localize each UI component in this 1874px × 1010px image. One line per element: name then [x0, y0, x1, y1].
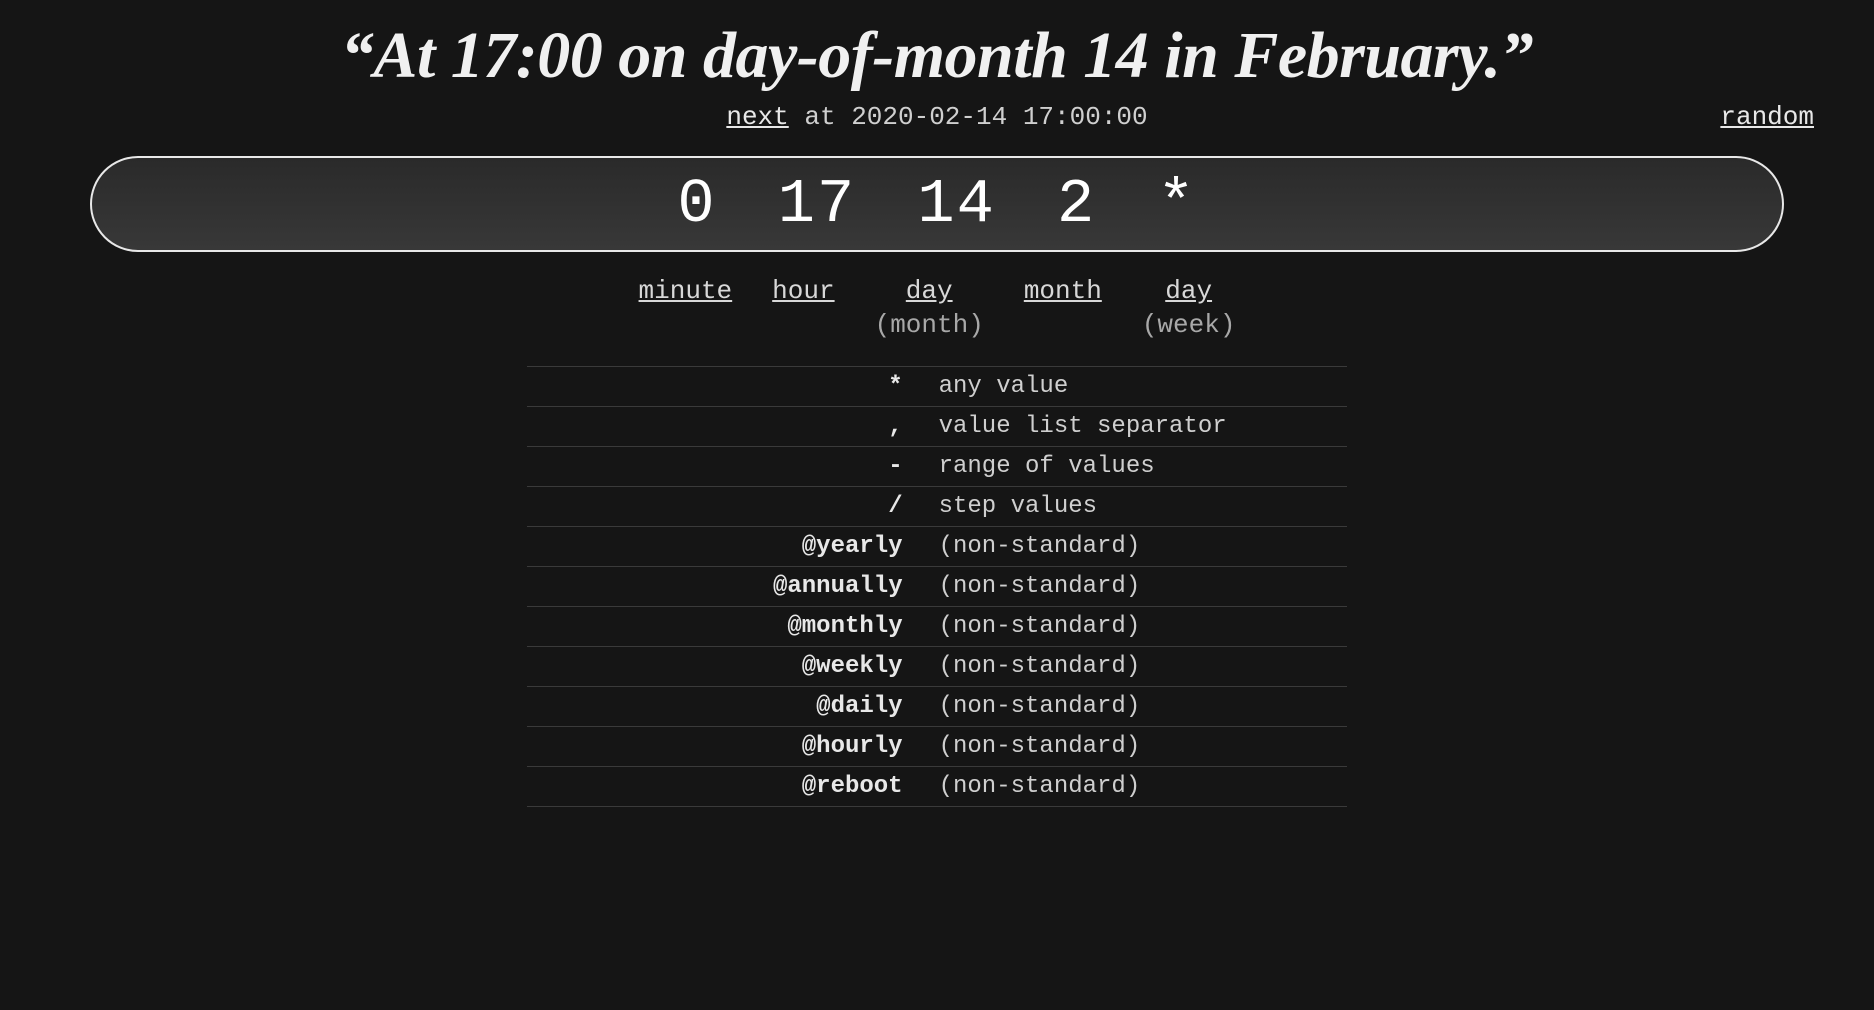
reference-row: @yearly(non-standard): [527, 527, 1347, 567]
field-day-month-sub: (month): [875, 310, 984, 340]
field-month[interactable]: month: [1024, 276, 1102, 340]
next-link[interactable]: next: [726, 102, 788, 132]
cron-description: “At 17:00 on day-of-month 14 in February…: [0, 0, 1874, 94]
syntax-reference-table: *any value,value list separator-range of…: [527, 366, 1347, 807]
reference-description: step values: [921, 487, 1347, 527]
reference-symbol: @daily: [527, 687, 921, 727]
cron-fields-row: minute hour day (month) month day (week): [0, 276, 1874, 340]
reference-symbol: -: [527, 447, 921, 487]
reference-row: /step values: [527, 487, 1347, 527]
field-hour-label: hour: [772, 276, 834, 306]
reference-description: value list separator: [921, 407, 1347, 447]
field-month-label: month: [1024, 276, 1102, 306]
reference-symbol: @yearly: [527, 527, 921, 567]
reference-description: (non-standard): [921, 527, 1347, 567]
reference-description: (non-standard): [921, 767, 1347, 807]
field-day-month-label: day: [906, 276, 953, 306]
reference-symbol: @monthly: [527, 607, 921, 647]
cron-input-container: [90, 156, 1784, 252]
next-timestamp: 2020-02-14 17:00:00: [851, 102, 1147, 132]
reference-row: *any value: [527, 367, 1347, 407]
reference-symbol: @reboot: [527, 767, 921, 807]
reference-symbol: ,: [527, 407, 921, 447]
next-occurrence-row: next at 2020-02-14 17:00:00 random: [0, 102, 1874, 132]
field-day-week[interactable]: day (week): [1142, 276, 1236, 340]
reference-symbol: @weekly: [527, 647, 921, 687]
syntax-reference-body: *any value,value list separator-range of…: [527, 367, 1347, 807]
reference-description: any value: [921, 367, 1347, 407]
reference-row: @weekly(non-standard): [527, 647, 1347, 687]
reference-description: (non-standard): [921, 687, 1347, 727]
field-minute[interactable]: minute: [639, 276, 733, 340]
reference-description: (non-standard): [921, 567, 1347, 607]
reference-symbol: @hourly: [527, 727, 921, 767]
next-prefix: at: [789, 102, 851, 132]
reference-row: -range of values: [527, 447, 1347, 487]
reference-symbol: @annually: [527, 567, 921, 607]
random-link[interactable]: random: [1720, 102, 1814, 132]
cron-expression-input[interactable]: [90, 156, 1784, 252]
field-day-week-sub: (week): [1142, 310, 1236, 340]
reference-row: @hourly(non-standard): [527, 727, 1347, 767]
reference-description: (non-standard): [921, 727, 1347, 767]
reference-symbol: *: [527, 367, 921, 407]
reference-row: @daily(non-standard): [527, 687, 1347, 727]
reference-description: range of values: [921, 447, 1347, 487]
reference-description: (non-standard): [921, 607, 1347, 647]
field-hour[interactable]: hour: [772, 276, 834, 340]
field-day-week-label: day: [1165, 276, 1212, 306]
reference-row: @monthly(non-standard): [527, 607, 1347, 647]
reference-row: @reboot(non-standard): [527, 767, 1347, 807]
field-day-month[interactable]: day (month): [875, 276, 984, 340]
field-minute-label: minute: [639, 276, 733, 306]
reference-row: @annually(non-standard): [527, 567, 1347, 607]
reference-symbol: /: [527, 487, 921, 527]
reference-row: ,value list separator: [527, 407, 1347, 447]
reference-description: (non-standard): [921, 647, 1347, 687]
